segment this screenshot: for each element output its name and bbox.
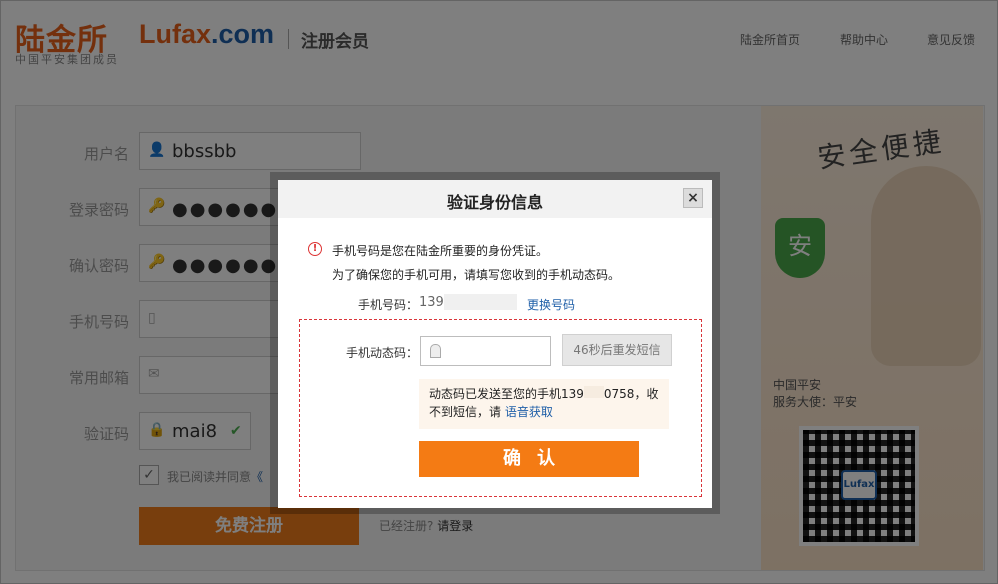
lock-icon bbox=[430, 344, 441, 358]
phone-number-label: 手机号码： bbox=[358, 298, 419, 312]
dialog-title: 验证身份信息 bbox=[446, 193, 543, 212]
voice-code-link[interactable]: 语音获取 bbox=[505, 405, 553, 419]
phone-number-value: 139 bbox=[419, 295, 444, 310]
sms-sent-prefix: 动态码已发送至您的手机139 bbox=[429, 387, 584, 401]
verify-identity-dialog: 验证身份信息 × ! 手机号码是您在陆金所重要的身份凭证。 为了确保您的手机可用… bbox=[278, 180, 712, 508]
notice-line-2: 为了确保您的手机可用，请填写您收到的手机动态码。 bbox=[332, 268, 621, 282]
resend-sms-button[interactable]: 46秒后重发短信 bbox=[562, 334, 672, 366]
confirm-button[interactable]: 确认 bbox=[419, 441, 639, 477]
phone-number-redacted bbox=[444, 294, 517, 310]
sms-sent-notice: 动态码已发送至您的手机139 0758，收不到短信，请 语音获取 bbox=[419, 379, 669, 429]
dialog-header: 验证身份信息 × bbox=[278, 180, 712, 218]
sms-phone-redacted bbox=[583, 386, 604, 398]
warning-icon: ! bbox=[308, 242, 322, 256]
close-icon[interactable]: × bbox=[683, 188, 703, 208]
sms-code-input[interactable] bbox=[420, 336, 551, 366]
notice-line-1: 手机号码是您在陆金所重要的身份凭证。 bbox=[332, 244, 549, 258]
change-phone-link[interactable]: 更换号码 bbox=[527, 296, 575, 313]
sms-code-label: 手机动态码： bbox=[346, 346, 419, 360]
sms-sent-text: 动态码已发送至您的手机139 0758，收不到短信，请 语音获取 bbox=[429, 385, 665, 421]
